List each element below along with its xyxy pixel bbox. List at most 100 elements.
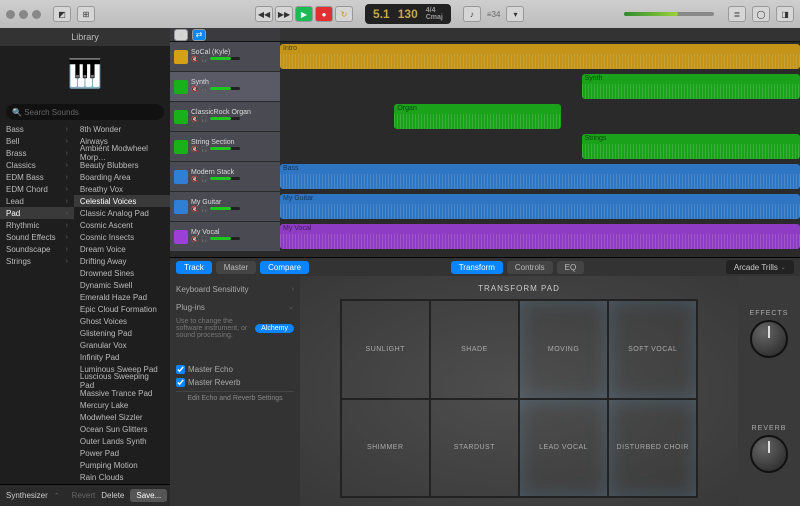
close-dot[interactable] (6, 10, 15, 19)
delete-button[interactable]: Delete (101, 491, 124, 500)
track-lane[interactable]: My Vocal (280, 222, 800, 251)
transform-cell[interactable]: SHIMMER (341, 399, 430, 498)
patch-item[interactable]: Dynamic Swell (74, 279, 170, 291)
category-item[interactable]: Bell› (0, 135, 74, 147)
lcd-display[interactable]: 5.1 130 4/4Cmaj (365, 4, 451, 24)
rewind-button[interactable]: ◀◀ (255, 6, 273, 22)
patch-item[interactable]: Boarding Area (74, 171, 170, 183)
region[interactable]: Intro (280, 44, 800, 69)
keyboard-sensitivity-row[interactable]: Keyboard Sensitivity› (176, 282, 294, 296)
editors-button[interactable]: ◨ (776, 6, 794, 22)
region[interactable]: My Guitar (280, 194, 800, 219)
patch-item[interactable]: Cosmic Insects (74, 231, 170, 243)
add-track-button[interactable]: + (174, 29, 188, 41)
region[interactable]: Strings (582, 134, 800, 159)
track-header[interactable]: My Guitar🔇🎧 (170, 192, 280, 221)
master-reverb-checkbox[interactable]: Master Reverb (176, 378, 294, 387)
mute-button[interactable]: 🔇 (191, 207, 198, 214)
category-item[interactable]: Bass› (0, 123, 74, 135)
solo-button[interactable]: 🎧 (200, 177, 207, 184)
mute-button[interactable]: 🔇 (191, 147, 198, 154)
patch-item[interactable]: Cosmic Ascent (74, 219, 170, 231)
view-controls[interactable]: Controls (507, 261, 553, 274)
cycle-button[interactable]: ↻ (335, 6, 353, 22)
tab-master[interactable]: Master (216, 261, 256, 274)
track-volume-slider[interactable] (210, 147, 240, 150)
track-volume-slider[interactable] (210, 117, 240, 120)
solo-button[interactable]: 🎧 (200, 147, 207, 154)
track-volume-slider[interactable] (210, 57, 240, 60)
patch-item[interactable]: Glistening Pad (74, 327, 170, 339)
region[interactable]: My Vocal (280, 224, 800, 249)
transform-cell[interactable]: STARDUST (430, 399, 519, 498)
track-lane[interactable]: Bass (280, 162, 800, 191)
transform-cell[interactable]: DISTURBED CHOIR (608, 399, 697, 498)
patch-item[interactable]: Ghost Voices (74, 315, 170, 327)
footer-category[interactable]: Synthesizer (6, 491, 48, 500)
mute-button[interactable]: 🔇 (191, 237, 198, 244)
quick-help-button[interactable]: ⊞ (77, 6, 95, 22)
save-button[interactable]: Save... (130, 489, 167, 502)
track-lane[interactable]: My Guitar (280, 192, 800, 221)
reverb-knob[interactable] (750, 435, 788, 473)
tab-compare[interactable]: Compare (260, 261, 309, 274)
forward-button[interactable]: ▶▶ (275, 6, 293, 22)
track-header[interactable]: String Section🔇🎧 (170, 132, 280, 161)
master-volume-slider[interactable] (624, 12, 714, 16)
category-item[interactable]: Pad› (0, 207, 74, 219)
category-item[interactable]: EDM Chord› (0, 183, 74, 195)
track-header[interactable]: Modern Stack🔇🎧 (170, 162, 280, 191)
transform-pad[interactable]: TRANSFORM PAD SUNLIGHTSHADEMOVINGSOFT VO… (300, 276, 738, 506)
patch-item[interactable]: Ambient Modwheel Morp… (74, 147, 170, 159)
transform-cell[interactable]: SUNLIGHT (341, 300, 430, 399)
view-transform[interactable]: Transform (451, 261, 503, 274)
effects-knob[interactable] (750, 320, 788, 358)
category-item[interactable]: EDM Bass› (0, 171, 74, 183)
revert-button[interactable]: Revert (72, 491, 96, 500)
patch-item[interactable]: Mercury Lake (74, 399, 170, 411)
mute-button[interactable]: 🔇 (191, 117, 198, 124)
patch-item[interactable]: Dream Voice (74, 243, 170, 255)
patch-item[interactable]: Ocean Sun Glitters (74, 423, 170, 435)
track-header[interactable]: ClassicRock Organ🔇🎧 (170, 102, 280, 131)
track-lane[interactable]: Synth (280, 72, 800, 101)
mute-button[interactable]: 🔇 (191, 87, 198, 94)
patch-item[interactable]: Epic Cloud Formation (74, 303, 170, 315)
category-item[interactable]: Classics› (0, 159, 74, 171)
search-input[interactable]: 🔍 Search Sounds (6, 104, 164, 120)
patch-item[interactable]: 8th Wonder (74, 123, 170, 135)
plugins-header[interactable]: Plug-ins⌄ (176, 300, 294, 314)
patch-item[interactable]: Breathy Vox (74, 183, 170, 195)
metronome-button[interactable]: ▾ (506, 6, 524, 22)
track-volume-slider[interactable] (210, 87, 240, 90)
mute-button[interactable]: 🔇 (191, 57, 198, 64)
notepad-button[interactable]: ≣ (728, 6, 746, 22)
tab-track[interactable]: Track (176, 261, 212, 274)
track-header[interactable]: SoCal (Kyle)🔇🎧 (170, 42, 280, 71)
transform-cell[interactable]: SOFT VOCAL (608, 300, 697, 399)
region[interactable]: Organ (394, 104, 560, 129)
patch-item[interactable]: Drowned Sines (74, 267, 170, 279)
track-volume-slider[interactable] (210, 237, 240, 240)
patch-item[interactable]: Power Pad (74, 447, 170, 459)
patch-item[interactable]: Rain Clouds (74, 471, 170, 483)
category-item[interactable]: Soundscape› (0, 243, 74, 255)
track-header[interactable]: My Vocal🔇🎧 (170, 222, 280, 251)
loops-button[interactable]: ◯ (752, 6, 770, 22)
patch-item[interactable]: Drifting Away (74, 255, 170, 267)
patch-item[interactable]: Celestial Voices (74, 195, 170, 207)
solo-button[interactable]: 🎧 (200, 117, 207, 124)
region[interactable]: Synth (582, 74, 800, 99)
track-header[interactable]: Synth🔇🎧 (170, 72, 280, 101)
category-item[interactable]: Brass› (0, 147, 74, 159)
edit-echo-reverb-link[interactable]: Edit Echo and Reverb Settings (176, 391, 294, 405)
track-volume-slider[interactable] (210, 177, 240, 180)
region[interactable]: Bass (280, 164, 800, 189)
category-item[interactable]: Lead› (0, 195, 74, 207)
patch-item[interactable]: Infinity Pad (74, 351, 170, 363)
patch-item[interactable]: Outer Lands Synth (74, 435, 170, 447)
mute-button[interactable]: 🔇 (191, 177, 198, 184)
play-button[interactable]: ▶ (295, 6, 313, 22)
category-item[interactable]: Strings› (0, 255, 74, 267)
patch-item[interactable]: Luscious Sweeping Pad (74, 375, 170, 387)
